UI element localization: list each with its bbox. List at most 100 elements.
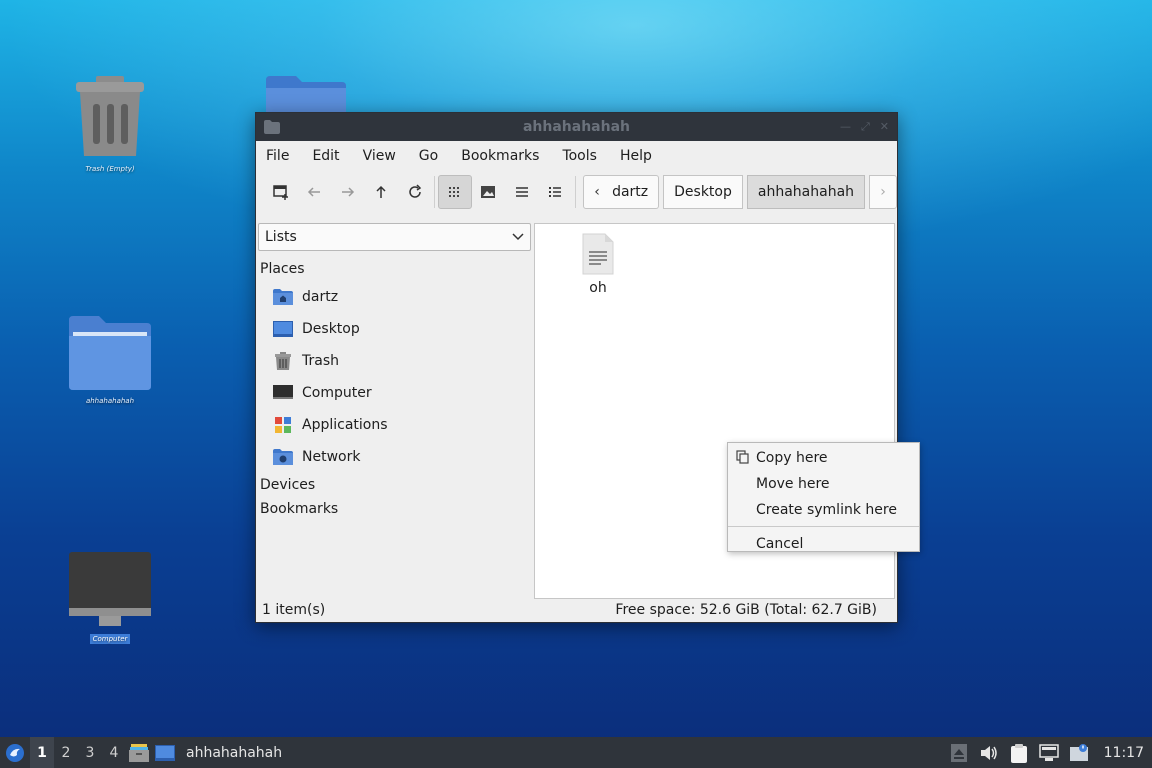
status-item-count: 1 item(s) bbox=[262, 602, 326, 618]
sidebar-item-label: Desktop bbox=[302, 321, 360, 337]
trash-icon bbox=[76, 76, 144, 156]
desktop-icon-folder-partial[interactable] bbox=[256, 76, 356, 112]
sidebar-places-header[interactable]: Places bbox=[258, 257, 531, 281]
status-bar: 1 item(s) Free space: 52.6 GiB (Total: 6… bbox=[256, 598, 897, 622]
volume-button[interactable] bbox=[978, 742, 1000, 764]
arrow-left-icon bbox=[308, 187, 321, 197]
desktop-icon-ahhahahahah[interactable]: ahhahahahah bbox=[60, 314, 160, 406]
network-icon bbox=[1038, 743, 1059, 761]
path-crumb-current[interactable]: ahhahahahah bbox=[746, 175, 866, 209]
sidebar-item-desktop[interactable]: Desktop bbox=[258, 313, 531, 345]
menu-view[interactable]: View bbox=[363, 148, 408, 164]
sidebar-item-label: Applications bbox=[302, 417, 388, 433]
path-crumb-dartz[interactable]: dartz bbox=[610, 175, 660, 209]
sidebar-item-applications[interactable]: Applications bbox=[258, 409, 531, 441]
tray-expand-button[interactable] bbox=[948, 742, 970, 764]
desktop-icon-label: Computer bbox=[89, 634, 131, 644]
desktop-icon bbox=[155, 744, 175, 761]
path-scroll-right-button[interactable]: › bbox=[869, 175, 898, 209]
sidebar-mode-select[interactable]: Lists bbox=[258, 223, 531, 251]
network-button[interactable] bbox=[1038, 742, 1060, 764]
new-tab-button[interactable] bbox=[264, 175, 297, 209]
menu-help[interactable]: Help bbox=[620, 148, 664, 164]
arrow-up-icon bbox=[376, 185, 386, 198]
reload-icon bbox=[408, 184, 421, 198]
workspace-2-button[interactable]: 2 bbox=[54, 737, 78, 768]
reload-button[interactable] bbox=[398, 175, 431, 209]
file-manager-icon bbox=[129, 743, 149, 762]
menu-edit[interactable]: Edit bbox=[312, 148, 351, 164]
sidebar-item-computer[interactable]: Computer bbox=[258, 377, 531, 409]
menu-item-move-here[interactable]: Move here bbox=[728, 471, 919, 497]
text-file-icon bbox=[582, 233, 614, 275]
taskbar-window-button[interactable] bbox=[152, 737, 178, 768]
desktop-icon bbox=[272, 320, 294, 338]
workspace-3-button[interactable]: 3 bbox=[78, 737, 102, 768]
menu-go[interactable]: Go bbox=[419, 148, 450, 164]
menu-item-create-symlink-here[interactable]: Create symlink here bbox=[728, 497, 919, 523]
forward-button[interactable] bbox=[331, 175, 364, 209]
status-free-space: Free space: 52.6 GiB (Total: 62.7 GiB) bbox=[615, 602, 877, 618]
desktop-icon-label: ahhahahahah bbox=[85, 397, 135, 405]
folder-icon bbox=[69, 316, 151, 390]
path-crumb-desktop[interactable]: Desktop bbox=[663, 175, 743, 209]
taskbar: 1 2 3 4 ahhahahahah 11:17 bbox=[0, 737, 1152, 768]
sidebar-mode-value: Lists bbox=[265, 229, 297, 245]
drop-context-menu: Copy here Move here Create symlink here … bbox=[727, 442, 920, 552]
sidebar-item-label: Network bbox=[302, 449, 361, 465]
desktop-icon-label: Trash (Empty) bbox=[85, 165, 135, 173]
network-folder-icon bbox=[272, 448, 294, 466]
workspace-1-button[interactable]: 1 bbox=[30, 737, 54, 768]
clipboard-button[interactable] bbox=[1008, 742, 1030, 764]
menu-item-label: Create symlink here bbox=[756, 502, 897, 518]
file-item[interactable]: oh bbox=[575, 232, 621, 296]
home-folder-icon bbox=[272, 288, 294, 306]
file-manager-launcher[interactable] bbox=[126, 737, 152, 768]
file-name: oh bbox=[589, 280, 607, 296]
sidebar-item-dartz[interactable]: dartz bbox=[258, 281, 531, 313]
volume-icon bbox=[980, 745, 997, 760]
notification-icon bbox=[1069, 743, 1088, 761]
toolbar-separator bbox=[434, 176, 436, 208]
menu-item-cancel[interactable]: Cancel bbox=[728, 531, 919, 557]
menu-file[interactable]: File bbox=[266, 148, 301, 164]
sidebar-bookmarks-header[interactable]: Bookmarks bbox=[258, 497, 531, 521]
sidebar-item-network[interactable]: Network bbox=[258, 441, 531, 473]
menu-separator bbox=[728, 526, 919, 527]
menu-tools[interactable]: Tools bbox=[562, 148, 609, 164]
menu-bookmarks[interactable]: Bookmarks bbox=[461, 148, 551, 164]
chevron-right-icon: › bbox=[880, 184, 886, 200]
back-button[interactable] bbox=[297, 175, 330, 209]
sidebar-item-label: dartz bbox=[302, 289, 339, 305]
start-menu-button[interactable] bbox=[0, 737, 30, 768]
clock[interactable]: 11:17 bbox=[1104, 745, 1144, 761]
workspace-4-button[interactable]: 4 bbox=[102, 737, 126, 768]
menubar: File Edit View Go Bookmarks Tools Help bbox=[256, 141, 897, 171]
up-button[interactable] bbox=[364, 175, 397, 209]
window-titlebar[interactable]: ahhahahahah — ⤢ ✕ bbox=[256, 113, 897, 141]
folder-icon bbox=[266, 76, 346, 112]
list-detailed-icon bbox=[549, 187, 562, 197]
window-title: ahhahahahah bbox=[522, 119, 631, 135]
taskbar-window-title[interactable]: ahhahahahah bbox=[186, 745, 282, 761]
list-compact-icon bbox=[515, 187, 528, 197]
chevron-up-icon bbox=[950, 743, 967, 762]
desktop-icon-trash[interactable]: Trash (Empty) bbox=[60, 76, 160, 174]
new-tab-icon bbox=[272, 185, 288, 200]
menu-item-copy-here[interactable]: Copy here bbox=[728, 445, 919, 471]
sidebar-devices-header[interactable]: Devices bbox=[258, 473, 531, 497]
notifications-button[interactable] bbox=[1068, 742, 1090, 764]
icon-view-button[interactable] bbox=[438, 175, 472, 209]
compact-view-button[interactable] bbox=[505, 175, 538, 209]
sidebar-item-label: Trash bbox=[302, 353, 339, 369]
detailed-view-button[interactable] bbox=[539, 175, 572, 209]
chevron-down-icon bbox=[512, 233, 524, 241]
image-icon bbox=[481, 186, 496, 198]
desktop-icon-computer[interactable]: Computer bbox=[60, 552, 160, 644]
thumbnail-view-button[interactable] bbox=[472, 175, 505, 209]
path-scroll-left-button[interactable]: ‹ bbox=[583, 175, 612, 209]
toolbar: ‹ dartz Desktop ahhahahahah › bbox=[256, 171, 898, 213]
copy-icon bbox=[736, 450, 749, 464]
sidebar-item-trash[interactable]: Trash bbox=[258, 345, 531, 377]
menu-item-label: Copy here bbox=[756, 450, 828, 466]
